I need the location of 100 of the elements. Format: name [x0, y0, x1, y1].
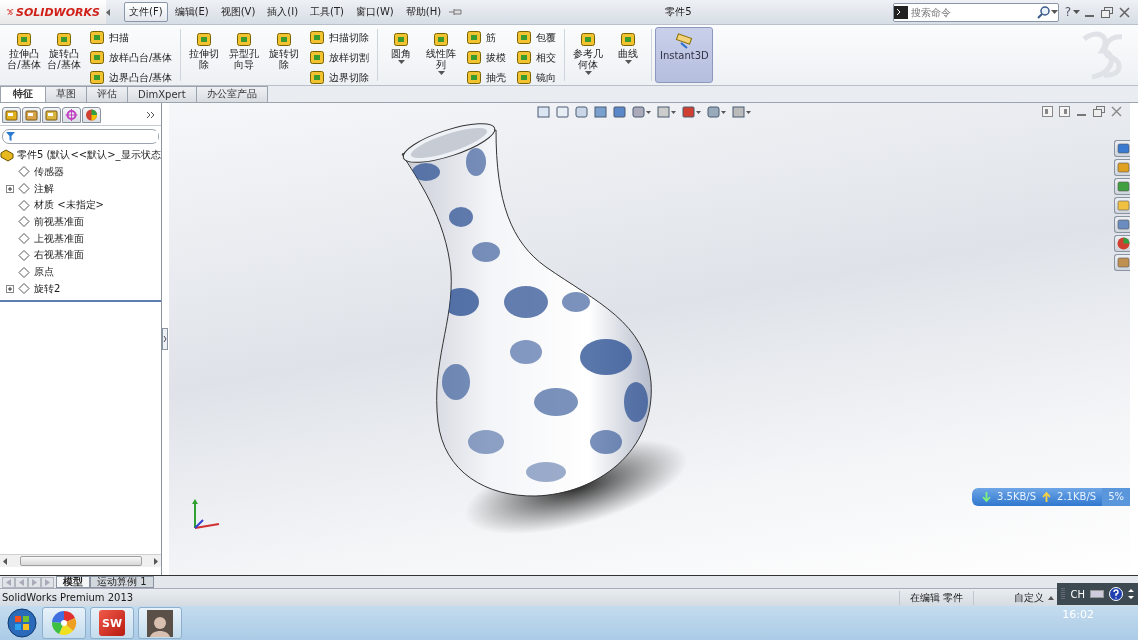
filter-field[interactable]: [2, 128, 159, 144]
search-field[interactable]: 搜索命令: [892, 2, 1059, 22]
ribbon-button[interactable]: 拔模: [463, 47, 510, 67]
chevron-icon[interactable]: [146, 110, 155, 119]
block-icon: [620, 31, 637, 47]
help-button[interactable]: ?: [1064, 5, 1071, 19]
block-icon: [56, 31, 72, 47]
caret-icon: [624, 60, 632, 64]
ribbon-button[interactable]: 包覆: [513, 27, 560, 47]
ribbon-button[interactable]: 参考几何体: [568, 25, 609, 85]
expand-icon[interactable]: [6, 284, 14, 293]
language-indicator[interactable]: CH: [1070, 588, 1085, 600]
ribbon-button[interactable]: 筋: [463, 27, 510, 47]
taskbar-button[interactable]: [42, 607, 86, 640]
color-ball-icon: [1116, 236, 1130, 250]
tree-item[interactable]: 材质 <未指定>: [34, 198, 104, 213]
splitter-handle-icon[interactable]: [162, 328, 168, 351]
close-icon[interactable]: [1119, 6, 1130, 18]
customize-menu[interactable]: 自定义: [1014, 590, 1054, 605]
command-tab[interactable]: DimXpert: [127, 86, 197, 102]
scroll-left-icon[interactable]: [3, 557, 7, 565]
panel-tab[interactable]: [2, 106, 21, 123]
block-icon: [89, 69, 105, 85]
download-speed: 3.5KB/S: [997, 491, 1037, 503]
arrows-icon[interactable]: [1128, 588, 1134, 601]
tree-item[interactable]: 上视基准面: [34, 231, 84, 246]
app-logo-text: SOLIDWORKS: [16, 5, 100, 19]
ribbon-button[interactable]: 圆角: [381, 25, 422, 85]
upload-speed: 2.1KB/S: [1057, 491, 1097, 503]
help-icon[interactable]: [1109, 587, 1123, 602]
task-pane-tab[interactable]: [1114, 234, 1130, 252]
ribbon-button[interactable]: 曲线: [608, 25, 649, 85]
ribbon-button[interactable]: 线性阵列: [421, 25, 462, 85]
start-orb-icon[interactable]: [6, 607, 38, 640]
taskbar-button[interactable]: [138, 607, 182, 640]
ribbon-button[interactable]: 旋转凸台/基体: [44, 25, 84, 85]
crosshair-icon: [65, 108, 78, 121]
cpu-usage: 5%: [1102, 487, 1130, 506]
product-label: SolidWorks Premium 2013: [1, 592, 135, 604]
ruler-icon: [675, 33, 694, 49]
command-tab[interactable]: 特征: [0, 86, 46, 102]
expand-icon[interactable]: [6, 184, 14, 193]
tree-item[interactable]: 前视基准面: [34, 214, 84, 229]
panel-tab[interactable]: [42, 106, 61, 123]
ribbon-button[interactable]: 放样凸台/基体: [86, 47, 176, 67]
menu-item[interactable]: 视图(V): [215, 2, 261, 22]
tree-item[interactable]: 旋转2: [34, 281, 61, 296]
ribbon-button[interactable]: 异型孔向导: [224, 25, 265, 85]
block-icon: [433, 31, 450, 47]
command-tab[interactable]: 评估: [86, 86, 128, 102]
ribbon-button[interactable]: 放样切割: [306, 47, 373, 67]
block-icon: [393, 31, 410, 47]
tree-node-icon: [17, 265, 31, 279]
command-tab[interactable]: 草图: [45, 86, 87, 102]
tile-right-icon[interactable]: [1059, 105, 1070, 117]
ribbon-button[interactable]: 旋转切除: [264, 25, 305, 85]
restore-icon[interactable]: [1093, 105, 1105, 117]
panel-tab[interactable]: [62, 106, 81, 123]
tree-item[interactable]: 零件5 (默认<<默认>_显示状态: [17, 148, 161, 163]
menu-item[interactable]: 工具(T): [305, 2, 350, 22]
taskbar-button[interactable]: SW: [90, 607, 134, 640]
down-arrow-icon: [982, 491, 992, 502]
tree-item[interactable]: 原点: [34, 265, 54, 280]
block-icon: [516, 69, 533, 85]
model-tab[interactable]: 运动算例 1: [90, 576, 154, 589]
grip-icon[interactable]: [1061, 587, 1066, 602]
caret-icon: [1048, 595, 1054, 600]
ribbon-button[interactable]: Instant3D: [655, 27, 714, 83]
panel-tab[interactable]: [82, 106, 101, 123]
pin-icon[interactable]: [448, 7, 465, 17]
caret-icon: [1073, 10, 1080, 14]
pinwheel-icon: [51, 610, 77, 637]
ribbon-button[interactable]: 拉伸切除: [184, 25, 225, 85]
block-icon: [196, 31, 213, 47]
model-tab[interactable]: 模型: [56, 576, 90, 589]
menu-item[interactable]: 插入(I): [262, 2, 304, 22]
ribbon-button[interactable]: 相交: [513, 47, 560, 67]
restore-icon[interactable]: [1101, 6, 1113, 18]
scroll-right-icon[interactable]: [154, 557, 158, 565]
menu-item[interactable]: 文件(F): [124, 2, 168, 22]
block-icon: [309, 29, 326, 45]
tile-left-icon[interactable]: [1042, 105, 1053, 117]
command-tab[interactable]: 办公室产品: [195, 86, 268, 102]
tree-item[interactable]: 注解: [34, 181, 54, 196]
keyboard-icon[interactable]: [1090, 590, 1104, 599]
ribbon-button[interactable]: 扫描: [86, 27, 176, 47]
horizontal-scrollbar[interactable]: [0, 554, 161, 568]
clock-time: 16:02: [1062, 608, 1094, 622]
caret-icon: [397, 60, 405, 64]
ribbon-button[interactable]: 拉伸凸台/基体: [4, 25, 44, 85]
tree-item[interactable]: 右视基准面: [34, 248, 84, 263]
tree-item[interactable]: 传感器: [34, 164, 64, 179]
menu-item[interactable]: 窗口(W): [351, 2, 399, 22]
block-icon: [466, 69, 483, 85]
menu-item[interactable]: 帮助(H): [400, 2, 447, 22]
caret-icon: [437, 71, 445, 75]
close-icon[interactable]: [1111, 105, 1122, 117]
panel-tab[interactable]: [22, 106, 41, 123]
menu-item[interactable]: 编辑(E): [169, 2, 214, 22]
ribbon-button[interactable]: 扫描切除: [306, 27, 373, 47]
